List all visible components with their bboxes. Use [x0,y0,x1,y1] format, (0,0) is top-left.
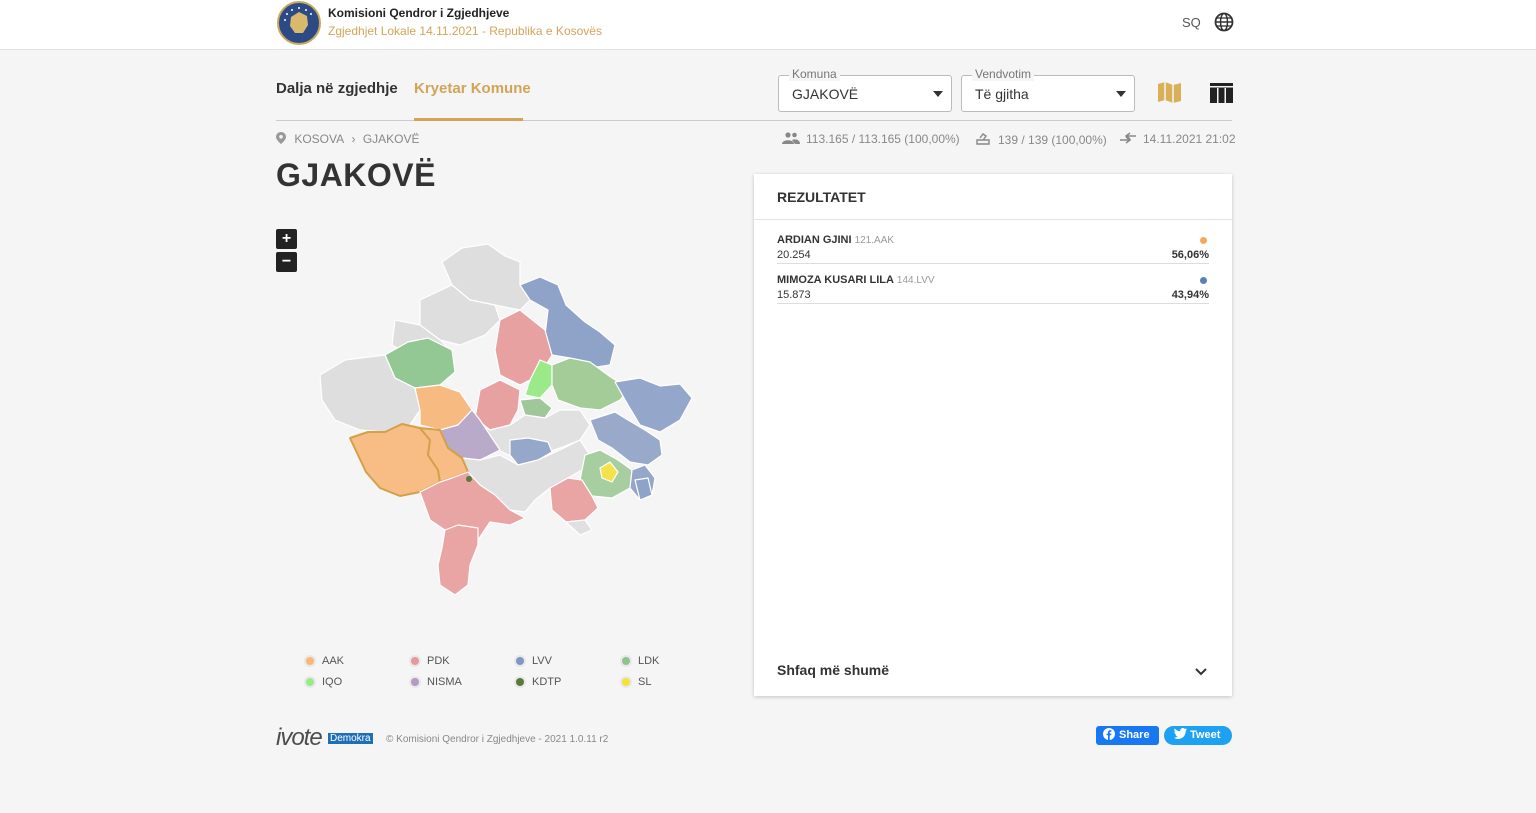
legend-label: SL [638,676,652,688]
komuna-select-value: GJAKOVË [792,86,859,102]
kqz-logo-icon[interactable] [277,1,321,45]
page-title: GJAKOVË [276,157,436,193]
breadcrumb-item-gjakove[interactable]: GJAKOVË [363,132,420,146]
facebook-share-button[interactable]: Share [1096,726,1159,745]
candidate-votes: 15.873 [777,289,811,301]
voters-stat-value: 113.165 / 113.165 (100,00%) [806,132,960,146]
candidate-votes: 20.254 [777,249,811,261]
language-code[interactable]: SQ [1182,15,1201,30]
dropdown-arrow-icon [1116,91,1126,97]
update-stat-value: 14.11.2021 21:02 [1143,132,1236,146]
candidate-code: 121.AAK [854,235,895,246]
results-title: REZULTATET [777,189,866,205]
breadcrumb: KOSOVA › GJAKOVË [276,132,424,146]
legend-label: LVV [532,655,552,667]
twitter-icon [1174,728,1187,739]
map-view-icon[interactable] [1157,80,1182,110]
vendvotim-select[interactable]: Vendvotim Të gjitha [961,67,1135,112]
legend-item-sl: SL [622,676,651,688]
legend-item-aak: AAK [306,655,344,667]
org-name: Komisioni Qendror i Zgjedhjeve [328,6,510,20]
tab-active-indicator [414,118,523,121]
legend-label: AAK [322,655,345,667]
tab-mayor[interactable]: Kryetar Komune [414,80,531,97]
show-more-button[interactable]: Shfaq më shumë [777,662,889,678]
stations-stat-value: 139 / 139 (100,00%) [998,133,1107,147]
copyright-text: © Komisioni Qendror i Zgjedhjeve - 2021 … [386,734,609,745]
vendvotim-select-label: Vendvotim [972,67,1035,81]
twitter-tweet-button[interactable]: Tweet [1164,726,1232,745]
candidate-row[interactable]: ARDIAN GJINI 121.AAK 20.254 56,06% [777,234,1209,274]
dropdown-arrow-icon [933,91,943,97]
legend-label: NISMA [427,676,462,688]
legend-dot [306,678,314,686]
candidate-name: MIMOZA KUSARI LILA 144.LVV [777,274,935,286]
share-label: Share [1119,729,1150,741]
municipality-dragash[interactable] [437,524,479,596]
legend-item-pdk: PDK [411,655,450,667]
komuna-select[interactable]: Komuna GJAKOVË [778,67,952,112]
candidate-percent: 43,94% [1171,289,1209,301]
location-pin-icon [276,132,286,144]
facebook-icon [1103,728,1115,740]
globe-icon[interactable] [1214,12,1234,37]
legend-dot [622,657,630,665]
vendvotim-select-value: Të gjitha [975,86,1029,102]
candidate-underline [777,263,1209,264]
legend-item-ldk: LDK [622,655,659,667]
legend-dot [622,678,630,686]
legend-item-iqo: IQO [306,676,342,688]
breadcrumb-item-kosova[interactable]: KOSOVA [294,132,344,146]
ivote-logo[interactable]: ivote [276,724,323,752]
legend-dot [516,678,524,686]
election-subtitle: Zgjedhjet Lokale 14.11.2021 - Republika … [328,24,602,38]
legend-dot [411,678,419,686]
legend-item-lvv: LVV [516,655,552,667]
people-icon [782,132,800,144]
results-panel: REZULTATET ARDIAN GJINI 121.AAK 20.254 56… [754,174,1232,696]
zoom-in-button[interactable]: + [276,229,297,249]
tweet-label: Tweet [1190,729,1221,741]
legend-dot [516,657,524,665]
kosovo-map[interactable] [300,240,700,610]
komuna-select-label: Komuna [789,67,840,81]
candidate-percent: 56,06% [1171,249,1209,261]
candidate-underline [777,303,1209,304]
stations-stat: 139 / 139 (100,00%) [976,132,1107,147]
chevron-down-icon[interactable] [1194,664,1208,682]
legend-item-kdtp: KDTP [516,676,561,688]
candidate-name: ARDIAN GJINI 121.AAK [777,234,894,246]
kdtp-marker [466,476,472,482]
party-color-dot [1200,237,1207,244]
results-divider [754,219,1232,220]
legend-label: LDK [638,655,660,667]
legend-label: IQO [322,676,343,688]
ivote-badge: Demokra [328,733,373,744]
candidate-name-text: MIMOZA KUSARI LILA [777,274,894,286]
candidate-code: 144.LVV [896,275,935,286]
zoom-out-button[interactable]: − [276,252,297,272]
candidate-name-text: ARDIAN GJINI [777,234,852,246]
update-stat: 14.11.2021 21:02 [1119,132,1236,146]
candidate-row[interactable]: MIMOZA KUSARI LILA 144.LVV 15.873 43,94% [777,274,1209,314]
voters-stat: 113.165 / 113.165 (100,00%) [782,132,960,146]
legend-dot [306,657,314,665]
legend-item-nisma: NISMA [411,676,462,688]
legend-dot [411,657,419,665]
municipality-hani-elezit[interactable] [565,519,593,536]
ballot-box-icon [976,133,990,145]
legend-label: KDTP [532,676,562,688]
table-view-icon[interactable] [1209,80,1234,110]
top-bar: Komisioni Qendror i Zgjedhjeve Zgjedhjet… [0,0,1536,50]
legend-label: PDK [427,655,450,667]
breadcrumb-separator-icon: › [351,132,356,146]
tab-turnout[interactable]: Dalja në zgjedhje [276,80,398,97]
party-color-dot [1200,277,1207,284]
swap-arrows-icon [1120,132,1136,144]
